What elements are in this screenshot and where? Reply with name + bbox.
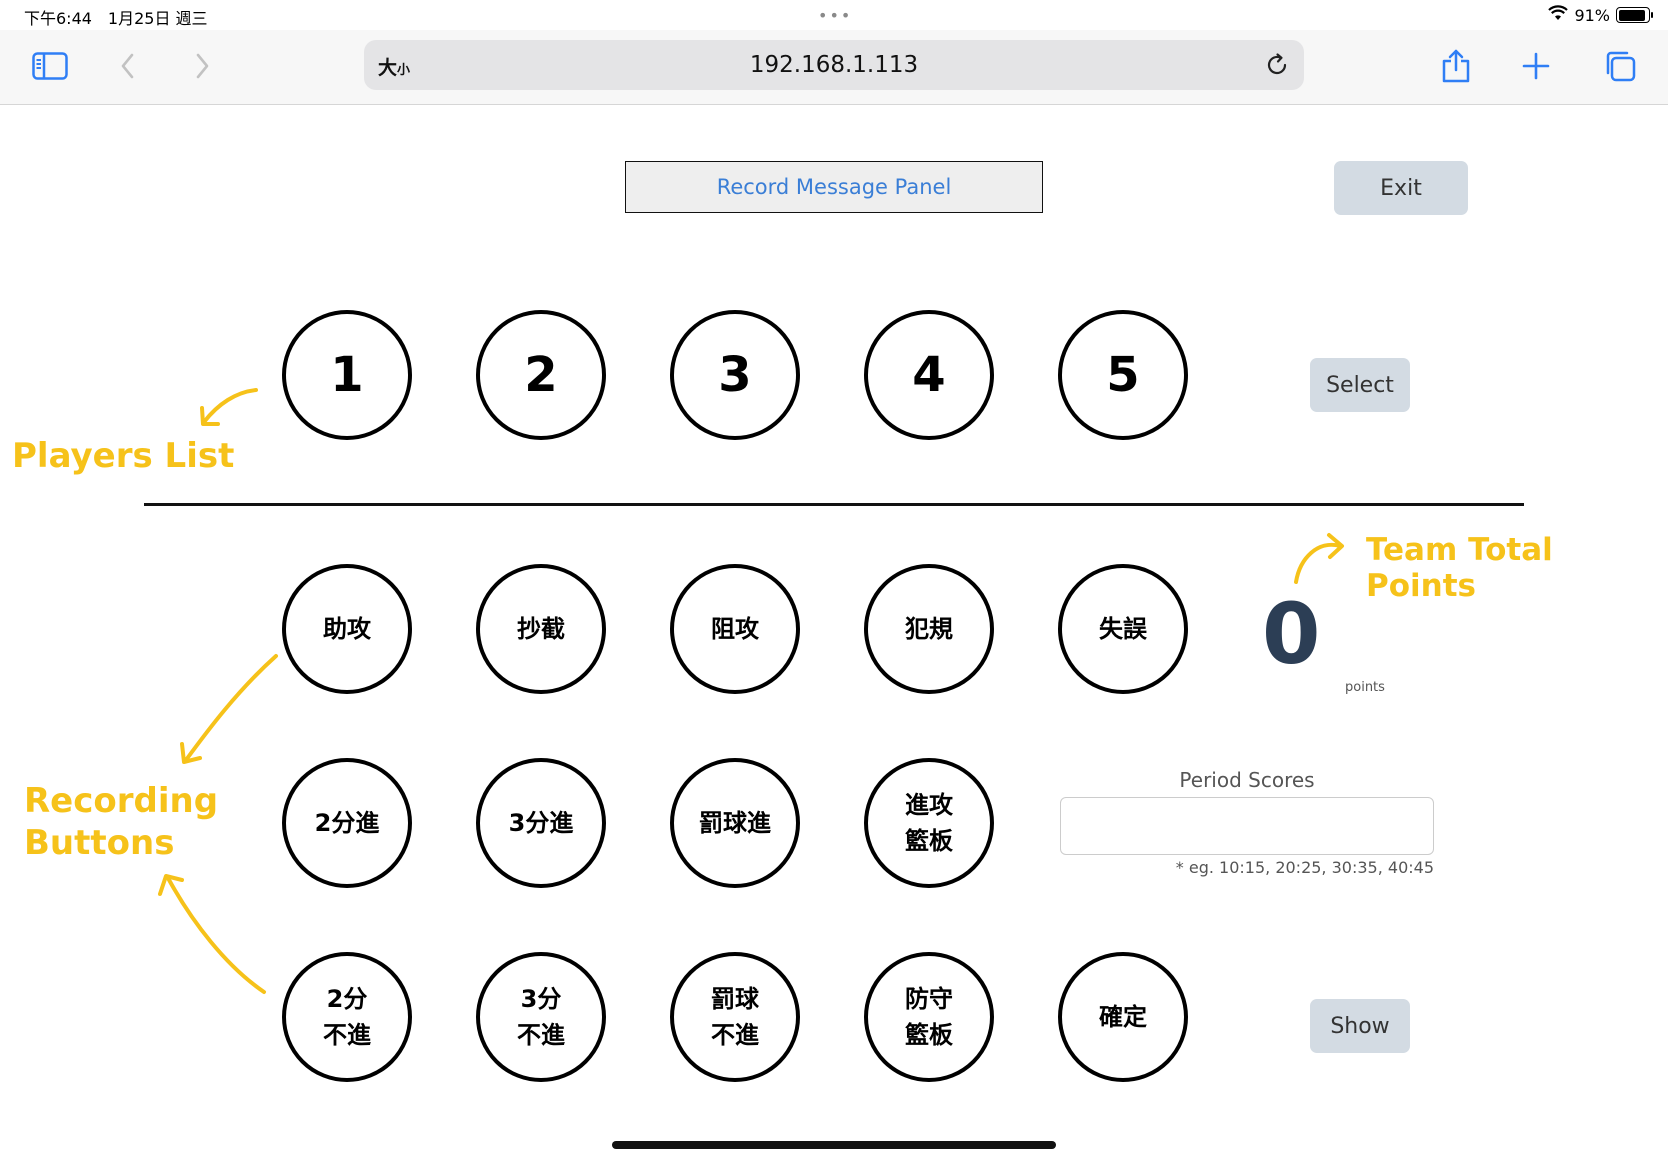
players-list-annotation: Players List [12, 436, 235, 476]
team-total-points-annotation: Team Total Points [1366, 532, 1553, 604]
team-points-arrow [1294, 533, 1344, 584]
recording-arrow-down [158, 874, 266, 994]
recording-buttons-annotation-line2: Buttons [24, 823, 175, 863]
recording-buttons-annotation: Recording Buttons [24, 780, 218, 864]
recording-buttons-annotation-line1: Recording [24, 781, 219, 821]
recording-arrow-up [180, 654, 278, 764]
home-indicator[interactable] [612, 1141, 1056, 1149]
players-list-arrow [200, 388, 258, 426]
